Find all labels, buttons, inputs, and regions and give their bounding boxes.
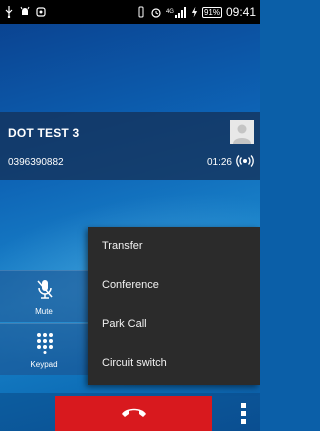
signal-icon [174, 7, 186, 18]
status-bar-time: 09:41 [225, 5, 256, 19]
charging-icon [191, 6, 198, 18]
keypad-label: Keypad [30, 360, 58, 369]
mute-button[interactable]: Mute [0, 270, 88, 322]
status-bar: 4G 91% 09:41 [0, 0, 260, 24]
caller-name: DOT TEST 3 [8, 126, 80, 140]
battery-icon: 91% [201, 6, 222, 18]
usb-icon [5, 6, 13, 18]
menu-item-conference[interactable]: Conference [88, 266, 260, 305]
alarm-icon [151, 8, 161, 18]
mic-off-icon [37, 280, 53, 299]
keypad-button[interactable]: Keypad [0, 323, 88, 375]
contact-avatar [230, 120, 254, 144]
options-menu: Transfer Conference Park Call Circuit sw… [88, 227, 260, 385]
keypad-icon [37, 333, 53, 354]
android-debug-icon [20, 6, 30, 15]
person-icon [233, 124, 251, 144]
end-call-button[interactable] [55, 396, 212, 431]
status-bar-system: 4G 91% 09:41 [136, 5, 256, 19]
caller-info-panel: DOT TEST 3 0396390882 01:26 [0, 112, 260, 180]
menu-item-park-call[interactable]: Park Call [88, 305, 260, 344]
more-options-button[interactable] [238, 403, 248, 427]
menu-item-circuit-switch[interactable]: Circuit switch [88, 344, 260, 383]
more-dot [240, 419, 246, 424]
network-type-label: 4G [165, 9, 174, 15]
menu-item-transfer[interactable]: Transfer [88, 227, 260, 266]
vibrate-icon [138, 6, 144, 18]
call-duration: 01:26 [206, 157, 232, 168]
more-dot [240, 403, 246, 408]
caller-number: 0396390882 [8, 157, 64, 168]
image-icon [36, 7, 46, 17]
broadcast-icon [236, 155, 254, 167]
mute-label: Mute [35, 307, 53, 316]
status-bar-notifications [4, 6, 46, 18]
call-screen: 4G 91% 09:41 DOT TEST 3 0396390882 01:26… [0, 0, 260, 431]
hang-up-icon [122, 408, 146, 417]
more-dot [240, 411, 246, 416]
